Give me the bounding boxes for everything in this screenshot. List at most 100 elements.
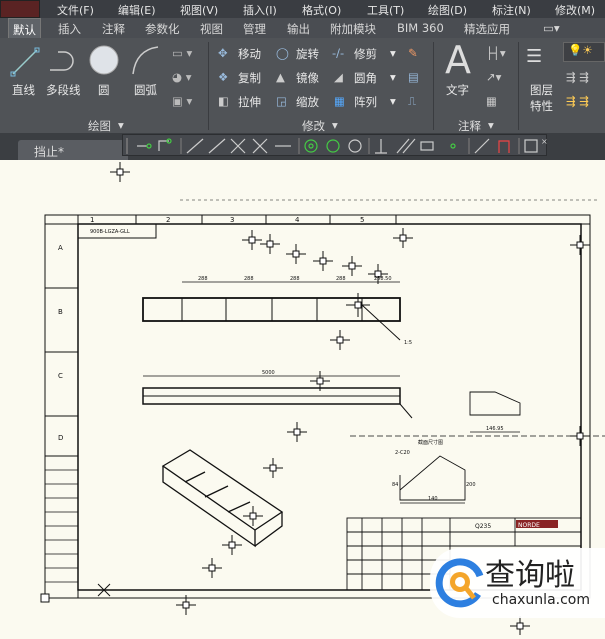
arc-icon[interactable] — [130, 44, 162, 76]
watermark-title: 查询啦 — [485, 558, 575, 593]
fillet-dropdown-icon[interactable]: ▾ — [390, 70, 396, 84]
column-5-label: 5 — [360, 216, 364, 224]
copy-icon: ❖ — [218, 70, 229, 84]
leader-icon[interactable]: ↗▾ — [486, 70, 501, 84]
trim-button[interactable]: 修剪 — [354, 46, 377, 62]
tab-default[interactable]: 默认 — [8, 18, 41, 38]
dim-length: 5000 — [262, 370, 275, 376]
menu-dimension[interactable]: 标注(N) — [492, 2, 531, 18]
zone-b-label: B — [58, 308, 63, 316]
annotation-panel-expand-icon[interactable]: ▾ — [488, 118, 494, 132]
stretch-button[interactable]: 拉伸 — [238, 94, 261, 110]
mirror-button[interactable]: 镜像 — [296, 70, 319, 86]
menu-view[interactable]: 视图(V) — [180, 2, 218, 18]
layer-tool-icon[interactable]: ⇶ ⇶ — [566, 70, 589, 84]
document-tab[interactable]: 挡止* — [18, 140, 128, 160]
tab-annotate[interactable]: 注释 — [102, 21, 125, 37]
trim-dropdown-icon[interactable]: ▾ — [390, 46, 396, 60]
layer-properties-label-2[interactable]: 特性 — [530, 98, 553, 114]
copy-button[interactable]: 复制 — [238, 70, 261, 86]
dim-text: 288 — [290, 276, 300, 282]
tab-featured-apps[interactable]: 精选应用 — [464, 21, 510, 37]
section-label: 截面尺寸图 — [418, 439, 443, 446]
column-4-label: 4 — [295, 216, 300, 224]
company-logo: NORDE — [518, 522, 540, 529]
move-button[interactable]: 移动 — [238, 46, 261, 62]
dimension-icon[interactable]: ├┤▾ — [486, 46, 506, 60]
arc-label[interactable]: 圆弧 — [134, 82, 157, 98]
rotate-icon: ◯ — [276, 46, 289, 60]
layer-state-dropdown[interactable]: 💡☀ — [563, 42, 605, 62]
trim-icon: -/- — [332, 46, 345, 60]
dim-84: 84 — [392, 482, 398, 488]
line-icon[interactable] — [10, 46, 40, 78]
application-menu-button[interactable] — [0, 0, 40, 18]
dim-text: 288 — [244, 276, 254, 282]
chamfer-detail — [399, 455, 466, 501]
polyline-icon[interactable] — [48, 48, 78, 74]
draw-panel-expand-icon[interactable]: ▾ — [118, 118, 124, 132]
menu-file[interactable]: 文件(F) — [57, 2, 94, 18]
menu-bar: 文件(F) 编辑(E) 视图(V) 插入(I) 格式(O) 工具(T) 绘图(D… — [0, 0, 605, 18]
menu-insert[interactable]: 插入(I) — [243, 2, 277, 18]
tab-bim360[interactable]: BIM 360 — [397, 21, 444, 35]
ribbon-tabs: 默认 插入 注释 参数化 视图 管理 输出 附加模块 BIM 360 精选应用 … — [0, 18, 605, 38]
object-snap-icons[interactable]: × — [123, 135, 548, 157]
modify-panel-label[interactable]: 修改 — [302, 118, 325, 134]
workspace-toggle-icon[interactable]: ▭▾ — [543, 21, 560, 35]
zone-a-label: A — [58, 244, 63, 252]
polyline-label[interactable]: 多段线 — [46, 82, 81, 98]
layer-properties-label-1[interactable]: 图层 — [530, 82, 553, 98]
annotation-panel-label[interactable]: 注释 — [458, 118, 481, 134]
beam-isometric — [161, 449, 284, 548]
layer-on-icon[interactable]: ⇶ ⇶ — [566, 94, 589, 108]
menu-format[interactable]: 格式(O) — [302, 2, 341, 18]
scale-button[interactable]: 缩放 — [296, 94, 319, 110]
array-dropdown-icon[interactable]: ▾ — [390, 94, 396, 108]
offset-icon[interactable]: ⎍ — [408, 94, 416, 109]
circle-icon[interactable] — [88, 44, 120, 76]
dim-text: 258.50 — [374, 276, 392, 282]
hatch-icon[interactable]: ◕ ▾ — [172, 70, 191, 84]
rectangle-icon[interactable]: ▭ ▾ — [172, 46, 192, 60]
zone-d-label: D — [58, 434, 63, 442]
watermark: 查询啦 chaxunla.com — [430, 548, 605, 618]
text-icon[interactable]: A — [445, 38, 471, 82]
layer-properties-icon[interactable]: ☰ — [526, 46, 542, 67]
menu-modify[interactable]: 修改(M) — [555, 2, 595, 18]
toolbar-close-icon: × — [541, 137, 548, 146]
modify-panel-expand-icon[interactable]: ▾ — [332, 118, 338, 132]
drawing-number: 900B-LGZA-GLL — [90, 229, 130, 235]
dim-text: 288 — [336, 276, 346, 282]
draw-panel-label[interactable]: 绘图 — [88, 118, 111, 134]
column-3-label: 3 — [230, 216, 234, 224]
array-icon: ▦ — [334, 94, 345, 108]
circle-label[interactable]: 圆 — [98, 82, 110, 98]
tab-view[interactable]: 视图 — [200, 21, 223, 37]
object-snap-toolbar[interactable]: × — [122, 134, 548, 157]
menu-edit[interactable]: 编辑(E) — [118, 2, 156, 18]
explode-icon[interactable]: ▤ — [408, 70, 419, 84]
region-icon[interactable]: ▣ ▾ — [172, 94, 192, 108]
fillet-button[interactable]: 圆角 — [354, 70, 377, 86]
table-icon[interactable]: ▦ — [486, 94, 497, 108]
fillet-icon: ◢ — [334, 70, 343, 84]
move-icon: ✥ — [218, 46, 228, 60]
tab-addins[interactable]: 附加模块 — [330, 21, 376, 37]
tab-parametric[interactable]: 参数化 — [145, 21, 180, 37]
array-button[interactable]: 阵列 — [354, 94, 377, 110]
line-label[interactable]: 直线 — [12, 82, 35, 98]
menu-tools[interactable]: 工具(T) — [367, 2, 404, 18]
tab-output[interactable]: 输出 — [287, 21, 310, 37]
text-label[interactable]: 文字 — [446, 82, 469, 98]
tab-insert[interactable]: 插入 — [58, 21, 81, 37]
tab-manage[interactable]: 管理 — [243, 21, 266, 37]
rotate-button[interactable]: 旋转 — [296, 46, 319, 62]
mirror-icon: ▲ — [276, 70, 285, 84]
scale-note: 1:5 — [404, 340, 412, 346]
ribbon-panel: 直线 多段线 圆 圆弧 ▭ ▾ ◕ ▾ ▣ ▾ 绘图 ▾ ✥ 移动 ◯ 旋转 -/- 修… — [0, 38, 605, 133]
dim-140: 140 — [428, 496, 438, 502]
menu-draw[interactable]: 绘图(D) — [428, 2, 467, 18]
column-2-label: 2 — [166, 216, 170, 224]
erase-icon[interactable]: ✎ — [408, 46, 418, 60]
